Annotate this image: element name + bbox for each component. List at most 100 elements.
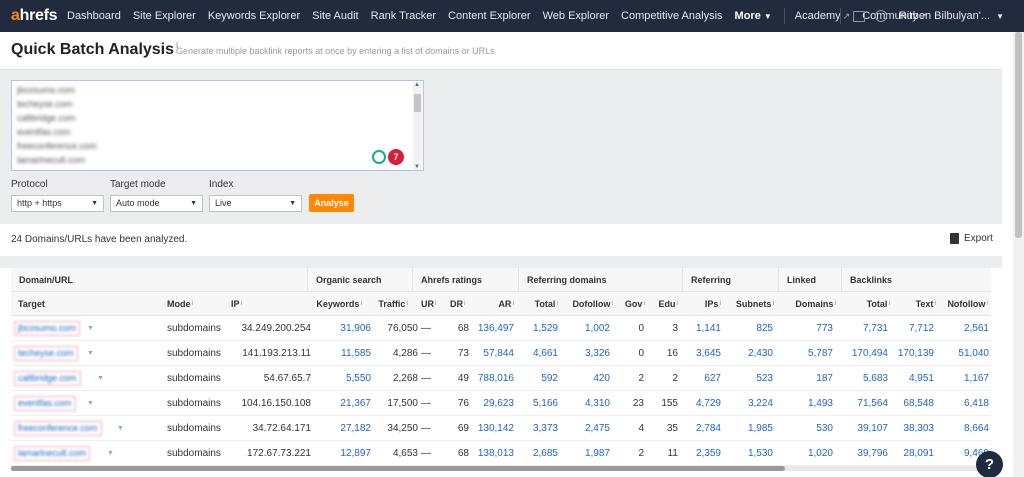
cell-rd-dofollow[interactable]: 1,002 <box>558 316 610 341</box>
textarea-scrollbar[interactable]: ▲ ▼ <box>413 82 422 170</box>
cell-ips[interactable]: 2,359 <box>683 441 721 466</box>
cell-ips[interactable]: 2,784 <box>683 416 721 441</box>
cell-ar[interactable]: 29,623 <box>475 391 514 416</box>
page-scrollbar[interactable] <box>1013 32 1024 477</box>
col-bl-text[interactable]: Texti <box>890 292 936 316</box>
export-button[interactable]: Export <box>950 233 993 244</box>
cell-rd-total[interactable]: 4,661 <box>519 341 558 366</box>
nav-content-explorer[interactable]: Content Explorer <box>448 10 531 22</box>
col-ip[interactable]: IPi <box>231 292 242 316</box>
cell-bl-nofollow[interactable]: 2,561 <box>936 316 989 341</box>
cell-bl-nofollow[interactable]: 1,167 <box>936 366 989 391</box>
cell-bl-text[interactable]: 4,951 <box>890 366 934 391</box>
cell-linked[interactable]: 1,020 <box>779 441 833 466</box>
chevron-down-icon[interactable]: ▼ <box>117 416 124 441</box>
lightbulb-icon[interactable] <box>372 150 386 164</box>
target-link[interactable]: jbcosumo.com <box>14 321 81 336</box>
cell-ar[interactable]: 138,013 <box>475 441 514 466</box>
chevron-down-icon[interactable]: ▼ <box>87 341 94 366</box>
chevron-down-icon[interactable]: ▼ <box>996 12 1004 21</box>
analyse-button[interactable]: Analyse <box>309 194 354 212</box>
cell-ar[interactable]: 788,016 <box>475 366 514 391</box>
cell-rd-dofollow[interactable]: 1,987 <box>558 441 610 466</box>
cell-ips[interactable]: 3,645 <box>683 341 721 366</box>
cell-subnets[interactable]: 1,530 <box>721 441 773 466</box>
chevron-down-icon[interactable]: ▼ <box>87 391 94 416</box>
cell-bl-nofollow[interactable]: 8,664 <box>936 416 989 441</box>
nav-site-audit[interactable]: Site Audit <box>312 10 358 22</box>
cell-bl-text[interactable]: 38,303 <box>890 416 934 441</box>
nav-keywords-explorer[interactable]: Keywords Explorer <box>208 10 300 22</box>
cell-bl-total[interactable]: 71,564 <box>842 391 888 416</box>
scroll-up-icon[interactable]: ▲ <box>414 82 420 88</box>
cell-ar[interactable]: 136,497 <box>475 316 514 341</box>
cell-bl-total[interactable]: 39,107 <box>842 416 888 441</box>
cell-rd-dofollow[interactable]: 3,326 <box>558 341 610 366</box>
col-mode[interactable]: Modei <box>167 292 193 316</box>
col-bl-nofollow[interactable]: Nofollowi <box>936 292 988 316</box>
nav-web-explorer[interactable]: Web Explorer <box>543 10 609 22</box>
cell-subnets[interactable]: 825 <box>721 316 773 341</box>
cell-ar[interactable]: 57,844 <box>475 341 514 366</box>
scrollbar-thumb[interactable] <box>414 94 421 112</box>
cell-rd-total[interactable]: 1,529 <box>519 316 558 341</box>
cell-rd-total[interactable]: 592 <box>519 366 558 391</box>
cell-subnets[interactable]: 523 <box>721 366 773 391</box>
cell-linked[interactable]: 773 <box>779 316 833 341</box>
col-keywords[interactable]: Keywordsi <box>308 292 362 316</box>
col-gov[interactable]: Govi <box>613 292 645 316</box>
cell-ips[interactable]: 4,729 <box>683 391 721 416</box>
cell-bl-total[interactable]: 170,494 <box>842 341 888 366</box>
col-ar[interactable]: ARi <box>475 292 514 316</box>
scrollbar-thumb[interactable] <box>11 466 785 471</box>
domains-textarea[interactable]: jbcosumo.com techeyse.com caltbridge.com… <box>11 80 424 171</box>
cell-ar[interactable]: 130,142 <box>475 416 514 441</box>
col-rd-dofollow[interactable]: Dofollowi <box>558 292 613 316</box>
cell-bl-nofollow[interactable]: 51,040 <box>936 341 989 366</box>
chevron-down-icon[interactable]: ▼ <box>97 366 104 391</box>
target-link[interactable]: caltbridge.com <box>14 371 81 386</box>
cell-rd-dofollow[interactable]: 420 <box>558 366 610 391</box>
cell-rd-dofollow[interactable]: 4,310 <box>558 391 610 416</box>
col-edu[interactable]: Edui <box>645 292 678 316</box>
col-rd-total[interactable]: Totali <box>519 292 558 316</box>
chevron-down-icon[interactable]: ▼ <box>87 316 94 341</box>
cell-bl-total[interactable]: 5,683 <box>842 366 888 391</box>
gauge-icon[interactable] <box>874 10 887 22</box>
nav-site-explorer[interactable]: Site Explorer <box>133 10 196 22</box>
col-subnets[interactable]: Subnetsi <box>721 292 774 316</box>
cell-bl-text[interactable]: 68,548 <box>890 391 934 416</box>
cell-bl-nofollow[interactable]: 6,418 <box>936 391 989 416</box>
user-menu[interactable]: Ruben Bilbulyan'... <box>899 10 990 22</box>
cell-linked[interactable]: 530 <box>779 416 833 441</box>
col-traffic[interactable]: Traffici <box>362 292 408 316</box>
col-bl-total[interactable]: Totali <box>842 292 890 316</box>
col-linked-domains[interactable]: Domainsi <box>779 292 836 316</box>
cell-bl-text[interactable]: 7,712 <box>890 316 934 341</box>
grammar-badge[interactable]: 7 <box>388 149 404 165</box>
cell-bl-text[interactable]: 170,139 <box>890 341 934 366</box>
target-mode-select[interactable]: Auto mode ▼ <box>110 195 203 212</box>
col-ur[interactable]: URi <box>421 292 437 316</box>
cell-linked[interactable]: 187 <box>779 366 833 391</box>
target-link[interactable]: freeconference.com <box>14 421 102 436</box>
cell-subnets[interactable]: 1,985 <box>721 416 773 441</box>
help-button[interactable]: ? <box>976 451 1003 477</box>
scroll-down-icon[interactable]: ▼ <box>414 164 420 170</box>
table-horizontal-scrollbar[interactable] <box>11 466 991 471</box>
ahrefs-logo[interactable]: ahrefs <box>11 7 67 25</box>
window-icon[interactable] <box>852 10 865 22</box>
nav-rank-tracker[interactable]: Rank Tracker <box>371 10 436 22</box>
col-ips[interactable]: IPsi <box>683 292 721 316</box>
chevron-down-icon[interactable]: ▼ <box>107 441 114 466</box>
target-link[interactable]: eventfas.com <box>14 396 76 411</box>
cell-subnets[interactable]: 2,430 <box>721 341 773 366</box>
cell-linked[interactable]: 1,493 <box>779 391 833 416</box>
col-dr[interactable]: DRi <box>450 292 466 316</box>
cell-rd-total[interactable]: 2,685 <box>519 441 558 466</box>
index-select[interactable]: Live ▼ <box>209 195 302 212</box>
cell-subnets[interactable]: 3,224 <box>721 391 773 416</box>
col-target[interactable]: Target <box>18 292 45 316</box>
nav-dashboard[interactable]: Dashboard <box>67 10 121 22</box>
cell-rd-dofollow[interactable]: 2,475 <box>558 416 610 441</box>
